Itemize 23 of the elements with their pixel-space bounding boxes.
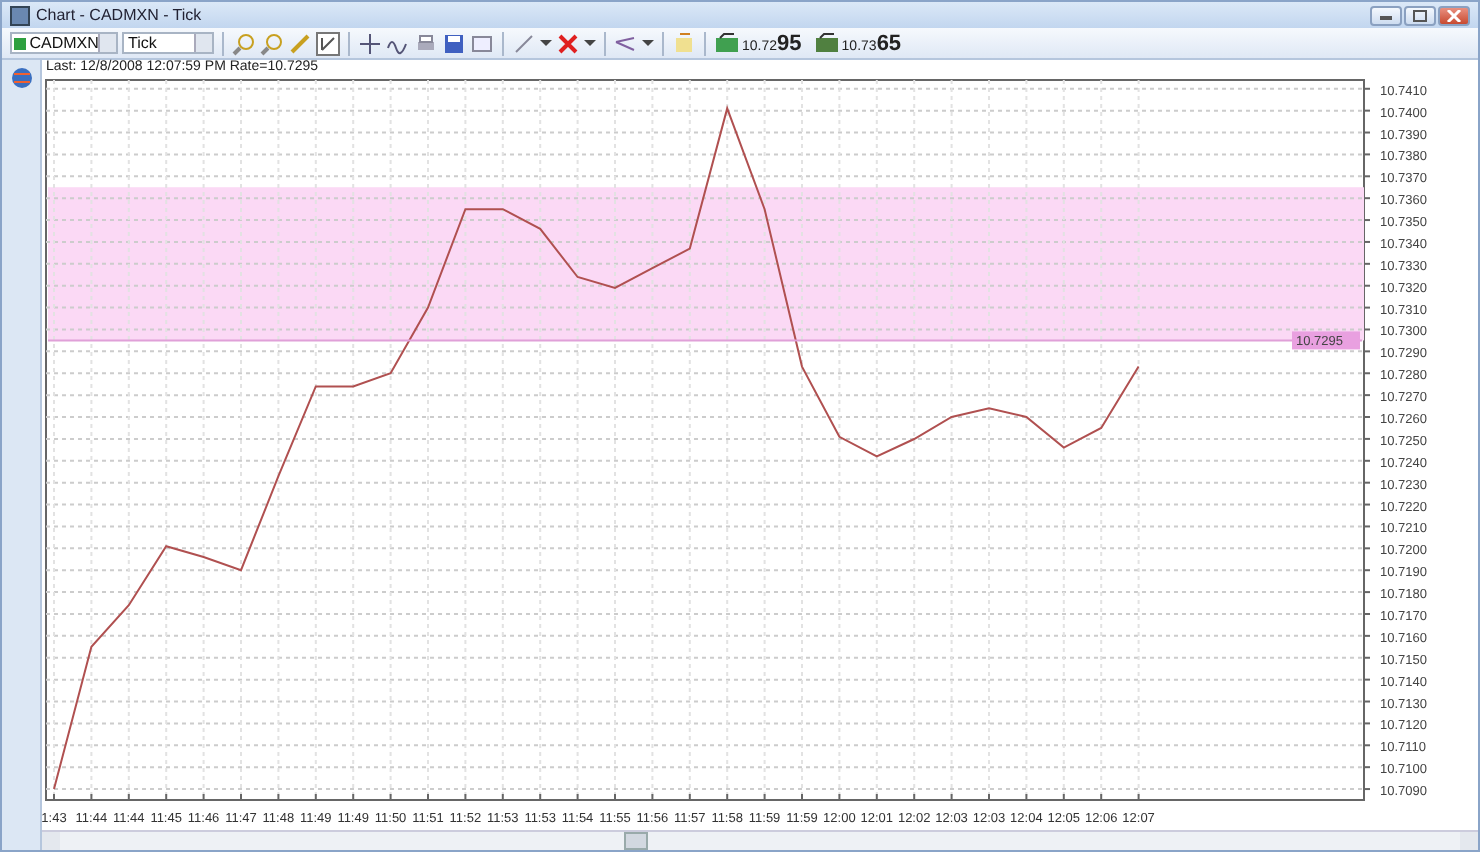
globe-icon[interactable] (9, 66, 33, 90)
delete-icon[interactable] (556, 31, 580, 55)
interval-dropdown[interactable]: Tick (122, 32, 214, 54)
close-icon (1446, 9, 1462, 21)
crosshair-icon[interactable] (358, 31, 382, 55)
minimize-button[interactable] (1370, 5, 1402, 25)
window-icon[interactable] (470, 31, 494, 55)
scroll-thumb[interactable] (624, 832, 648, 850)
save-icon[interactable] (442, 31, 466, 55)
horizontal-scrollbar[interactable] (42, 830, 1478, 850)
square-icon (14, 37, 26, 49)
note-icon[interactable] (672, 31, 696, 55)
close-button[interactable] (1438, 5, 1470, 25)
chart-cursor-icon[interactable] (316, 31, 340, 55)
window-title: Chart - CADMXN - Tick (36, 6, 204, 24)
maximize-button[interactable] (1404, 5, 1436, 25)
pointer-icon[interactable] (614, 31, 638, 55)
print-icon[interactable] (414, 31, 438, 55)
symbol-dropdown[interactable]: CADMXN (10, 32, 118, 54)
zoom-out-icon[interactable] (260, 31, 284, 55)
chart-icon (10, 5, 30, 25)
maximize-icon (1412, 9, 1428, 21)
zoom-in-icon[interactable] (232, 31, 256, 55)
